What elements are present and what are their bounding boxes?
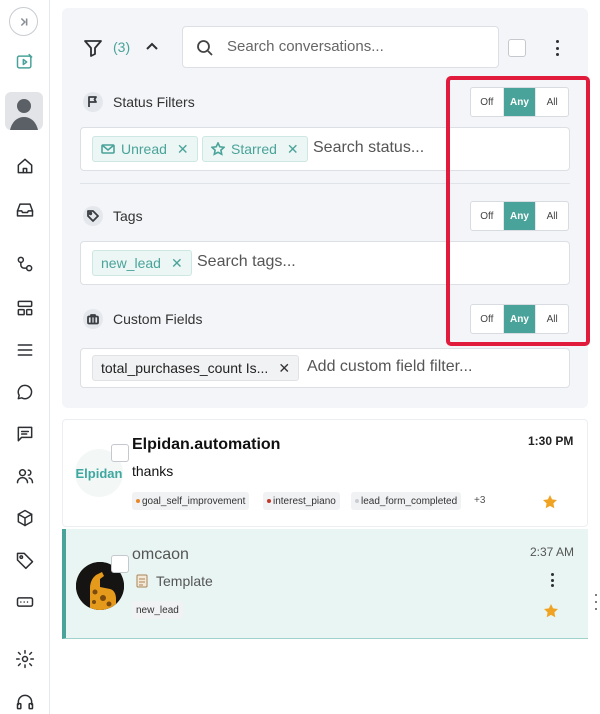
briefcase-icon	[83, 309, 103, 329]
app: (3) Search conversations... Status Filte…	[0, 0, 600, 714]
status-chip-starred: Starred ✕	[202, 136, 308, 162]
video-message-icon	[16, 53, 33, 69]
divider	[80, 183, 570, 184]
toggle-off[interactable]: Off	[471, 305, 504, 333]
funnel-icon	[84, 40, 102, 57]
layout-icon	[17, 300, 33, 316]
tag-chip: new_lead	[132, 601, 183, 619]
custom-fields-match-toggle: Off Any All	[470, 304, 569, 334]
star-icon[interactable]	[543, 603, 559, 619]
nav-contacts[interactable]	[0, 458, 50, 494]
resize-handle[interactable]	[593, 594, 599, 610]
tags-search-placeholder: Search tags...	[197, 253, 296, 270]
tags-match-toggle: Off Any All	[470, 201, 569, 231]
tag-chip: interest_piano	[263, 492, 340, 510]
menu-icon	[17, 344, 33, 356]
last-message: Template	[136, 573, 213, 589]
status-filters-label: Status Filters	[83, 92, 195, 112]
tag-icon	[83, 206, 103, 226]
toggle-all[interactable]: All	[536, 202, 568, 230]
contact-name: omcaon	[132, 546, 189, 563]
more-options-button[interactable]	[549, 38, 565, 58]
nav-settings[interactable]	[0, 641, 50, 677]
message-lines-icon	[17, 426, 33, 442]
expand-sidebar-button[interactable]	[9, 7, 38, 36]
tag-icon	[16, 552, 34, 570]
message-time: 1:30 PM	[528, 434, 574, 448]
users-icon	[16, 469, 34, 484]
headset-icon	[16, 694, 34, 710]
custom-field-chip: total_purchases_count Is... ✕	[92, 355, 300, 381]
collapse-filters-button[interactable]	[145, 40, 159, 59]
conversation-checkbox[interactable]	[111, 444, 129, 462]
nav-tags[interactable]	[0, 542, 50, 578]
toggle-off[interactable]: Off	[471, 202, 504, 230]
template-document-icon	[136, 574, 148, 588]
remove-chip-button[interactable]: ✕	[171, 255, 183, 272]
flag-icon	[83, 92, 103, 112]
nav-support[interactable]	[0, 684, 50, 714]
nav-layout[interactable]	[0, 290, 50, 326]
conversation-checkbox[interactable]	[111, 555, 129, 573]
status-chip-unread: Unread ✕	[92, 136, 198, 162]
toggle-all[interactable]: All	[536, 88, 568, 116]
nav-input[interactable]	[0, 584, 50, 620]
remove-chip-button[interactable]: ✕	[287, 141, 299, 158]
search-icon	[197, 40, 213, 56]
tag-chip: lead_form_completed	[351, 492, 462, 510]
toggle-off[interactable]: Off	[471, 88, 504, 116]
nav-video-chat[interactable]	[0, 44, 50, 80]
tag-chip: goal_self_improvement	[132, 492, 250, 510]
flow-icon	[17, 256, 33, 272]
custom-fields-label: Custom Fields	[83, 309, 202, 329]
status-search-placeholder: Search status...	[313, 139, 425, 156]
chat-bubble-icon	[17, 384, 33, 400]
nav-chat[interactable]	[0, 374, 50, 410]
star-outline-icon	[211, 142, 225, 156]
home-icon	[17, 158, 33, 174]
active-filter-count: (3)	[113, 39, 131, 55]
nav-inbox[interactable]	[0, 192, 50, 228]
input-field-icon	[16, 597, 34, 607]
message-time: 2:37 AM	[530, 545, 575, 559]
inbox-icon	[16, 203, 34, 217]
nav-home[interactable]	[0, 148, 50, 184]
nav-messages[interactable]	[0, 416, 50, 452]
envelope-icon	[101, 144, 115, 154]
gear-icon	[15, 649, 35, 669]
contact-name: Elpidan.automation	[132, 436, 281, 453]
chevron-up-icon	[146, 42, 158, 50]
conversation-menu-button[interactable]	[544, 573, 560, 587]
toggle-all[interactable]: All	[536, 305, 568, 333]
search-placeholder: Search conversations...	[227, 38, 384, 55]
tags-label: Tags	[83, 206, 143, 226]
nav-products[interactable]	[0, 500, 50, 536]
remove-chip-button[interactable]: ✕	[177, 141, 189, 158]
status-match-toggle: Off Any All	[470, 87, 569, 117]
toggle-any[interactable]: Any	[503, 88, 537, 116]
cube-icon	[17, 509, 33, 527]
nav-automation[interactable]	[0, 246, 50, 282]
last-message: thanks	[132, 463, 174, 479]
tag-chip-new-lead: new_lead ✕	[92, 250, 192, 276]
remove-chip-button[interactable]: ✕	[278, 360, 290, 377]
user-silhouette-icon	[10, 99, 38, 130]
user-avatar[interactable]	[5, 92, 43, 130]
nav-menu[interactable]	[0, 332, 50, 368]
more-tags-count[interactable]: +3	[474, 495, 485, 506]
toggle-any[interactable]: Any	[503, 305, 537, 333]
search-conversations-input[interactable]: Search conversations...	[182, 26, 499, 68]
toggle-any[interactable]: Any	[503, 202, 537, 230]
custom-field-placeholder: Add custom field filter...	[307, 358, 473, 375]
star-icon[interactable]	[542, 494, 558, 510]
chevron-right-bar-icon	[20, 17, 27, 26]
select-all-checkbox[interactable]	[508, 39, 526, 57]
filter-toggle[interactable]	[83, 38, 103, 63]
left-nav-rail	[0, 0, 50, 714]
